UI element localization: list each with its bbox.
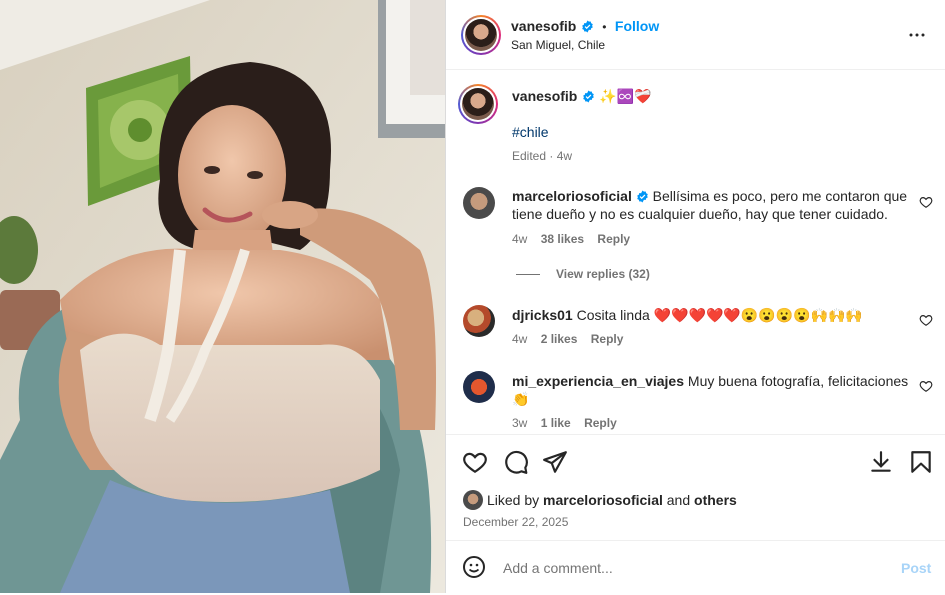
comment-likes[interactable]: 1 like <box>541 416 571 430</box>
liked-by-user[interactable]: marceloriosoficial <box>543 492 663 508</box>
comment-meta: 4w 38 likes Reply <box>512 232 630 246</box>
verified-badge-icon <box>636 190 648 203</box>
comment-input[interactable] <box>501 553 875 583</box>
like-heart-icon[interactable] <box>462 449 488 475</box>
view-replies-label: View replies (32) <box>556 267 650 281</box>
comment-like-heart-icon[interactable] <box>919 379 933 393</box>
comment-likes[interactable]: 38 likes <box>541 232 584 246</box>
follow-button[interactable]: Follow <box>615 18 659 34</box>
caption-author-avatar[interactable] <box>458 84 498 124</box>
save-bookmark-icon[interactable] <box>908 449 934 475</box>
comment-avatar[interactable] <box>463 187 495 219</box>
comment-like-heart-icon[interactable] <box>919 313 933 327</box>
liked-by-line: Liked by marceloriosoficial and others <box>487 492 737 508</box>
verified-badge-icon <box>582 20 593 33</box>
separator-dot: • <box>602 20 607 34</box>
comment-likes[interactable]: 2 likes <box>541 332 578 346</box>
comment-meta: 3w 1 like Reply <box>512 416 617 430</box>
liked-by-avatar[interactable] <box>463 490 483 510</box>
share-send-icon[interactable] <box>542 449 568 475</box>
comment-bubble-icon[interactable] <box>503 449 529 475</box>
liked-by-and: and <box>662 492 695 508</box>
comment-time: 4w <box>512 332 528 346</box>
comment-meta: 4w 2 likes Reply <box>512 332 623 346</box>
view-replies-button[interactable]: View replies (32) <box>516 267 650 281</box>
reply-button[interactable]: Reply <box>591 332 624 346</box>
comment-username[interactable]: mi_experiencia_en_viajes <box>512 373 684 389</box>
comment-emojis: ❤️❤️❤️❤️❤️😮😮😮😮🙌🙌🙌 <box>653 307 863 323</box>
caption-line: vanesofib ✨♾️❤️‍🩹 <box>512 88 652 106</box>
post-photo[interactable] <box>0 0 445 593</box>
post-header: vanesofib • Follow San Miguel, Chile <box>446 0 945 70</box>
comment-body: djricks01 Cosita linda ❤️❤️❤️❤️❤️😮😮😮😮🙌🙌🙌 <box>512 306 912 324</box>
post-comment-button[interactable]: Post <box>901 560 931 576</box>
caption-edited: Edited · 4w <box>512 149 573 163</box>
comment-username[interactable]: djricks01 <box>512 307 573 323</box>
author-line: vanesofib • Follow <box>511 18 659 36</box>
liked-by-others[interactable]: others <box>694 492 737 508</box>
comment-text: Cosita linda <box>576 307 650 323</box>
comment-text: Muy buena fotografía, felicitaciones <box>687 373 909 389</box>
post-panel: vanesofib • Follow San Miguel, Chile van… <box>445 0 945 593</box>
liked-by-prefix: Liked by <box>487 492 544 508</box>
comment-time: 3w <box>512 416 528 430</box>
download-icon[interactable] <box>868 449 894 475</box>
caption-hashtag[interactable]: #chile <box>512 124 549 140</box>
comment-time: 4w <box>512 232 528 246</box>
add-comment-bar: Post <box>446 540 945 593</box>
reply-button[interactable]: Reply <box>584 416 617 430</box>
author-avatar[interactable] <box>461 15 501 55</box>
author-username[interactable]: vanesofib <box>511 18 576 34</box>
post-date[interactable]: December 22, 2025 <box>463 515 568 529</box>
comment-body: marceloriosoficial Bellísima es poco, pe… <box>512 187 912 223</box>
comment-like-heart-icon[interactable] <box>919 195 933 209</box>
more-options-icon[interactable] <box>908 26 926 49</box>
verified-badge-icon <box>583 90 594 103</box>
post-location[interactable]: San Miguel, Chile <box>511 38 605 52</box>
comment-avatar[interactable] <box>463 371 495 403</box>
emoji-picker-icon[interactable] <box>462 555 486 579</box>
post-image <box>0 0 445 593</box>
caption-username[interactable]: vanesofib <box>512 88 577 104</box>
replies-line <box>516 274 540 276</box>
caption-emojis: ✨♾️❤️‍🩹 <box>599 88 652 104</box>
comment-username[interactable]: marceloriosoficial <box>512 188 632 204</box>
comment-emojis: 👏 <box>512 391 530 407</box>
reply-button[interactable]: Reply <box>597 232 630 246</box>
comment-body: mi_experiencia_en_viajes Muy buena fotog… <box>512 372 912 408</box>
comment-avatar[interactable] <box>463 305 495 337</box>
